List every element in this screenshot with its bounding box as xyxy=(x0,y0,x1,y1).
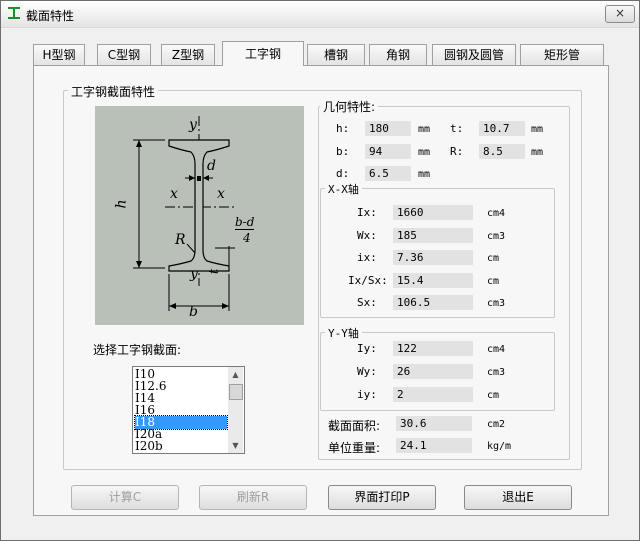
label-d: d xyxy=(207,158,216,174)
r-value: 8.5 xyxy=(479,144,525,159)
xx-axis-title: X-X轴 xyxy=(325,181,362,197)
tab-channel[interactable]: 槽钢 xyxy=(307,44,365,65)
b-label: b: xyxy=(336,145,350,158)
tab-c-steel[interactable]: C型钢 xyxy=(97,44,151,65)
iy-small-unit: cm xyxy=(487,390,500,401)
ix-sx-unit: cm xyxy=(487,276,500,287)
scroll-down-icon[interactable]: ▼ xyxy=(228,438,243,453)
tab-rect-tube[interactable]: 矩形管 xyxy=(520,44,604,65)
scroll-up-icon[interactable]: ▲ xyxy=(228,367,243,382)
label-t: t xyxy=(207,268,223,275)
list-item[interactable]: I20b xyxy=(135,440,227,453)
close-button[interactable]: × xyxy=(605,5,635,23)
yy-axis-title: Y-Y轴 xyxy=(325,325,362,341)
label-x-right: x xyxy=(217,186,225,202)
section-group-title: 工字钢截面特性 xyxy=(68,83,159,100)
r-unit: mm xyxy=(531,147,544,158)
label-y-bottom: y xyxy=(190,266,198,282)
window-title: 截面特性 xyxy=(26,9,75,23)
t-value: 10.7 xyxy=(479,121,525,136)
iy-small-value: 2 xyxy=(393,387,473,402)
sx-value: 106.5 xyxy=(393,295,473,310)
refresh-button[interactable]: 刷新R xyxy=(199,485,307,510)
weight-unit: kg/m xyxy=(487,441,512,452)
wx-value: 185 xyxy=(393,228,473,243)
area-value: 30.6 xyxy=(396,416,472,431)
h-unit: mm xyxy=(418,124,431,135)
calculate-button[interactable]: 计算C xyxy=(71,485,179,510)
select-label: 选择工字钢截面: xyxy=(93,343,182,357)
sx-label: Sx: xyxy=(357,296,377,309)
b-value: 94 xyxy=(365,144,411,159)
wx-unit: cm3 xyxy=(487,231,506,242)
t-unit: mm xyxy=(531,124,544,135)
tab-h-steel[interactable]: H型钢 xyxy=(33,44,85,65)
t-label: t: xyxy=(450,122,464,135)
print-button[interactable]: 界面打印P xyxy=(328,485,436,510)
exit-button[interactable]: 退出E xyxy=(464,485,572,510)
ix-value: 1660 xyxy=(393,205,473,220)
ix-small-label: ix: xyxy=(357,251,377,264)
ix-small-value: 7.36 xyxy=(393,250,473,265)
iy-value: 122 xyxy=(393,341,473,356)
wy-label: Wy: xyxy=(357,365,377,378)
label-b-minus-d: b-d xyxy=(235,215,255,230)
iy-small-label: iy: xyxy=(357,388,377,401)
label-h: h xyxy=(113,199,130,209)
label-y-top: y xyxy=(189,117,197,133)
wy-value: 26 xyxy=(393,364,473,379)
section-diagram: y y x x d h R t b b-d 4 xyxy=(95,106,304,325)
h-label: h: xyxy=(336,122,350,135)
ix-unit: cm4 xyxy=(487,208,506,219)
geometry-title: 几何特性: xyxy=(320,98,379,115)
tab-angle[interactable]: 角钢 xyxy=(369,44,427,65)
area-label: 截面面积: xyxy=(328,419,381,433)
scroll-thumb[interactable] xyxy=(229,384,243,400)
ix-sx-label: Ix/Sx: xyxy=(348,274,388,287)
b-unit: mm xyxy=(418,147,431,158)
tab-round[interactable]: 圆钢及圆管 xyxy=(432,44,516,65)
weight-label: 单位重量: xyxy=(328,441,381,455)
wy-unit: cm3 xyxy=(487,367,506,378)
weight-value: 24.1 xyxy=(396,438,472,453)
label-four: 4 xyxy=(243,231,251,245)
section-listbox[interactable]: I10 I12.6 I14 I16 I18 I20a I20b ▲ ▼ xyxy=(132,366,245,454)
d-value: 6.5 xyxy=(365,166,411,181)
h-value: 180 xyxy=(365,121,411,136)
tab-z-steel[interactable]: Z型钢 xyxy=(161,44,215,65)
title-bar: 截面特性 × xyxy=(1,1,639,28)
wx-label: Wx: xyxy=(357,229,377,242)
sx-unit: cm3 xyxy=(487,298,506,309)
label-r: R xyxy=(175,232,186,248)
d-unit: mm xyxy=(418,169,431,180)
close-icon: × xyxy=(614,6,626,20)
i-beam-drawing xyxy=(133,116,235,311)
list-scrollbar[interactable]: ▲ ▼ xyxy=(228,367,243,453)
iy-unit: cm4 xyxy=(487,344,506,355)
r-label: R: xyxy=(450,145,464,158)
ix-sx-value: 15.4 xyxy=(393,273,473,288)
tab-i-steel[interactable]: 工字钢 xyxy=(222,41,304,66)
ix-label: Ix: xyxy=(357,206,377,219)
d-label: d: xyxy=(336,167,350,180)
label-b: b xyxy=(189,304,198,320)
ix-small-unit: cm xyxy=(487,253,500,264)
iy-label: Iy: xyxy=(357,342,377,355)
area-unit: cm2 xyxy=(487,419,506,430)
label-x-left: x xyxy=(170,186,178,202)
app-icon xyxy=(8,7,20,19)
